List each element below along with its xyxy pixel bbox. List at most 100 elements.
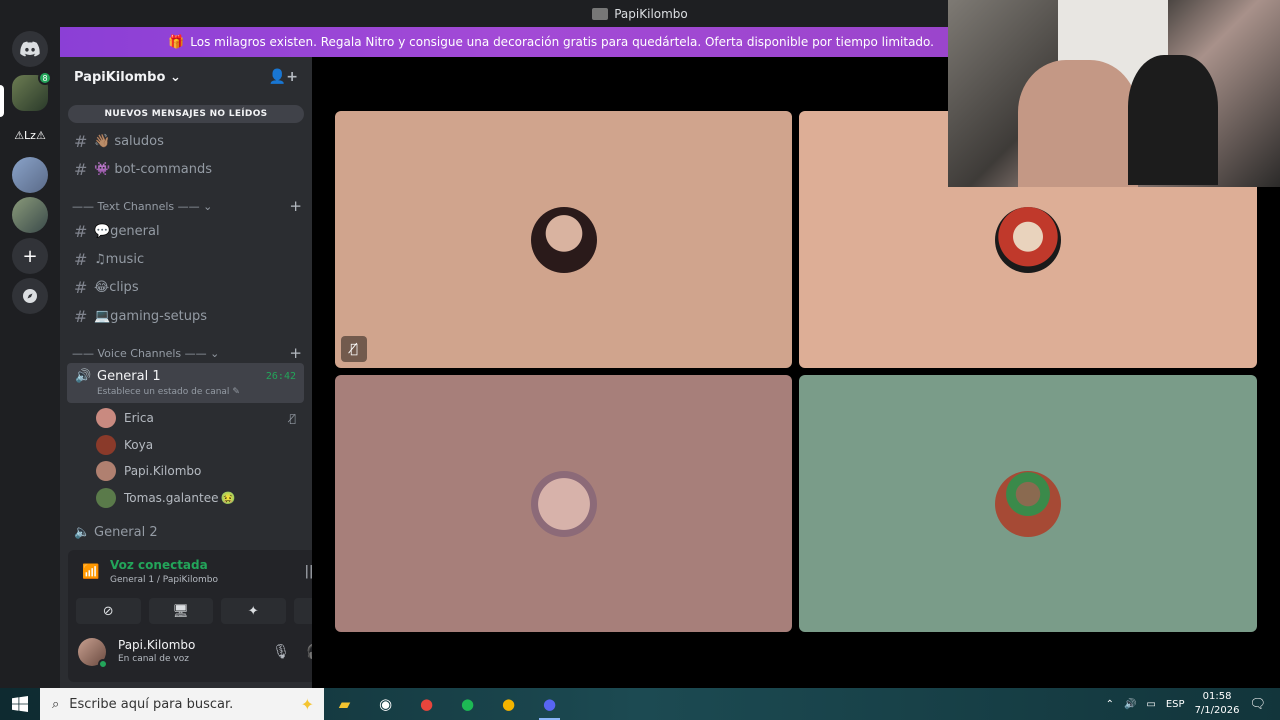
channel-gaming-setups[interactable]: # 💻gaming-setups [68,303,304,329]
channel-saludos[interactable]: # 👋🏽 saludos [68,128,304,154]
window-title: PapiKilombo [614,6,688,21]
channel-status[interactable]: Establece un estado de canal ✎ [97,387,240,397]
clock-time: 01:58 [1202,691,1232,702]
category-label: Text Channels [97,199,175,213]
server-icon-mini [592,7,609,20]
microphone-icon[interactable]: 🎙 [272,644,290,660]
clock[interactable]: 01:58 7/1/2026 [1195,690,1240,718]
hash-icon: # [74,159,88,179]
create-channel-icon[interactable]: + [289,197,302,215]
server-header[interactable]: PapiKilombo ⌄ 👤+ [60,57,312,97]
taskbar-search[interactable]: ⌕ Escribe aquí para buscar. ✦ [40,688,324,720]
chrome-icon: ● [501,695,516,713]
avatar [995,206,1061,273]
webcam-person [1018,60,1138,187]
spotify-app[interactable]: ● [447,688,488,720]
discord-app-button[interactable]: ● [529,688,570,720]
invite-people-icon[interactable]: 👤+ [269,69,298,85]
member-name: Koya [124,438,154,452]
participant-tile[interactable] [335,375,792,632]
channel-status-text: Establece un estado de canal [97,387,230,397]
online-status-dot [98,659,108,669]
voice-member[interactable]: Tomas.galantee 🤢 [96,487,296,509]
member-name: Tomas.galantee [124,491,219,505]
participant-tile[interactable] [799,375,1257,632]
obs-icon: ◉ [378,695,393,713]
voice-channel-name: General 1 [97,369,161,384]
chevron-up-icon[interactable]: ⌃ [1106,699,1114,710]
server-papikilombo[interactable]: 8 [12,71,52,111]
notification-icon[interactable]: 🗨 [1249,697,1266,712]
voice-channel-name: General 2 [94,524,158,540]
server-lz[interactable]: ⚠Lz⚠ [12,117,48,153]
file-explorer-app[interactable]: ▰ [324,688,365,720]
category-label: Voice Channels [97,346,182,360]
chrome-app-2[interactable]: ● [488,688,529,720]
muted-icon: 🎙̸ [341,336,367,362]
volume-icon[interactable]: 🔊 [1124,699,1136,710]
discord-app: PapiKilombo 8 ⚠Lz⚠ + 🎁 Los milagros exis… [0,0,1280,688]
avatar [96,488,116,508]
channel-label: 👾 bot-commands [94,161,212,177]
server-list: 8 ⚠Lz⚠ + [0,27,60,688]
voice-timer: 26:42 [265,371,296,382]
plus-icon: + [22,245,38,267]
hash-icon: # [74,277,88,297]
voice-location[interactable]: General 1 / PapiKilombo [110,575,218,585]
channel-music[interactable]: # ♫music [68,246,304,272]
channel-sidebar: PapiKilombo ⌄ 👤+ NUEVOS MENSAJES NO LEÍD… [60,57,366,688]
hash-icon: # [74,249,88,269]
voice-channel-general-1[interactable]: 🔊 General 1 26:42 Establece un estado de… [67,363,304,403]
avatar [995,470,1061,537]
chevron-down-icon: ⌄ [169,69,181,85]
voice-member[interactable]: Papi.Kilombo [96,460,296,482]
chrome-icon: ● [419,695,434,713]
avatar [530,470,597,537]
voice-member[interactable]: Koya [96,434,296,456]
channel-label: 👋🏽 saludos [94,133,164,149]
username[interactable]: Papi.Kilombo [118,638,195,652]
speaker-icon: 🔈 [74,524,91,540]
windows-logo-icon [12,696,28,712]
member-name: Erica [124,411,154,425]
gift-icon: 🎁 [168,34,185,50]
server-3[interactable] [12,157,48,193]
participant-tile[interactable]: 🎙̸ [335,111,792,368]
explore-servers-button[interactable] [12,278,48,314]
channel-general[interactable]: # 💬general [68,218,304,244]
server-lz-label: ⚠Lz⚠ [14,128,46,142]
meet-now-icon[interactable]: ▭ [1146,699,1155,710]
add-server-button[interactable]: + [12,238,48,274]
voice-member[interactable]: Erica 🎙̸ [96,407,296,429]
unread-badge: 8 [38,71,52,85]
signal-icon[interactable]: 📶 [82,564,99,580]
server-name: PapiKilombo [74,69,166,85]
screen-share-button[interactable]: 🖥 [148,598,213,624]
spotify-icon: ● [460,695,475,713]
chevron-down-icon: ⌄ [210,346,220,360]
screen-share-icon: 🖥 [172,603,189,619]
server-4[interactable] [12,197,48,233]
hash-icon: # [74,131,88,151]
start-button[interactable] [0,688,40,720]
voice-channel-general-2[interactable]: 🔈 General 2 [68,519,304,545]
nitro-promo-banner[interactable]: 🎁 Los milagros existen. Regala Nitro y c… [60,27,948,57]
create-channel-icon[interactable]: + [289,344,302,362]
channel-label: 💬general [94,223,160,239]
camera-off-button[interactable]: ⊘ [76,598,141,624]
voice-status[interactable]: Voz conectada [110,558,208,572]
channel-bot-commands[interactable]: # 👾 bot-commands [68,156,304,182]
activities-button[interactable]: ✦ [221,598,286,624]
category-text-channels[interactable]: —— Text Channels —— ⌄ + [72,197,302,215]
banner-text: Los milagros existen. Regala Nitro y con… [190,35,934,49]
channel-clips[interactable]: # 😂clips [68,274,304,300]
discord-icon: ● [542,695,557,713]
chrome-app[interactable]: ● [406,688,447,720]
webcam-person [1128,55,1218,185]
unread-messages-pill[interactable]: NUEVOS MENSAJES NO LEÍDOS [68,105,304,123]
category-voice-channels[interactable]: —— Voice Channels —— ⌄ + [72,344,302,362]
discord-home-button[interactable] [12,31,48,67]
obs-app[interactable]: ◉ [365,688,406,720]
emoji-icon: 🤢 [220,491,236,505]
language-indicator[interactable]: ESP [1166,699,1185,710]
